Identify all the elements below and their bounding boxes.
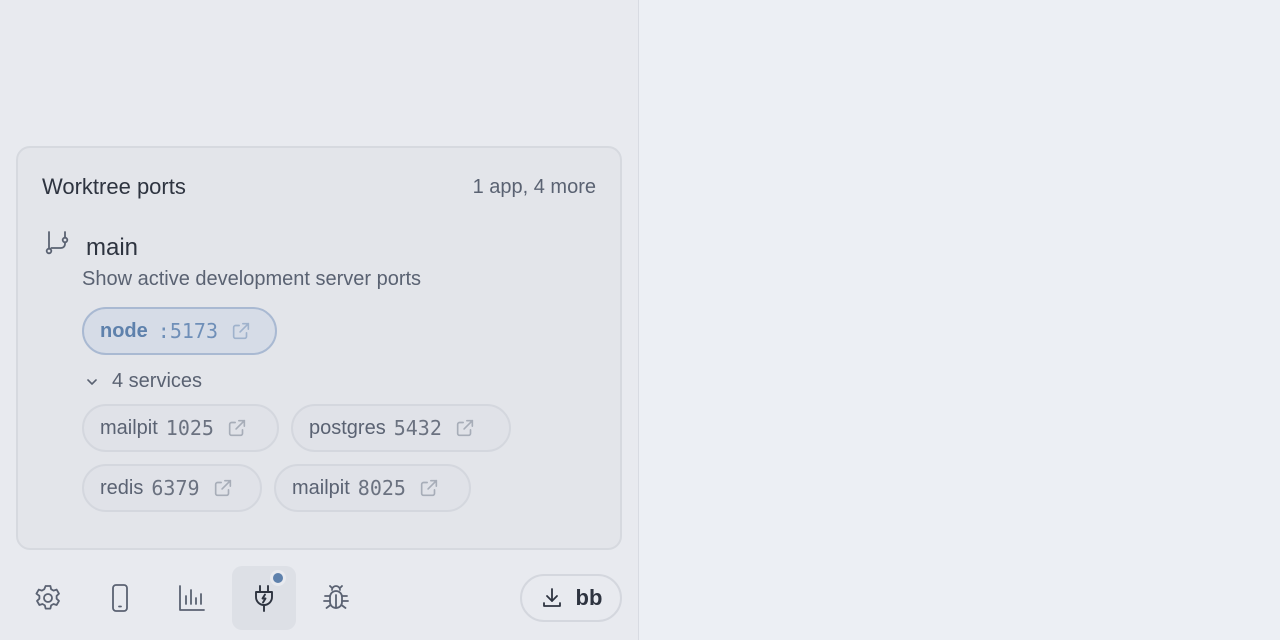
service-port-chip[interactable]: postgres 5432: [291, 404, 511, 452]
main-content-area: [640, 0, 1280, 640]
service-name: postgres: [309, 416, 386, 439]
mobile-device-icon: [112, 584, 128, 612]
app-port-chip[interactable]: node :5173: [82, 307, 277, 355]
sidebar: Worktree ports 1 app, 4 more main Show a…: [0, 0, 639, 640]
download-button[interactable]: bb: [520, 574, 622, 622]
app-port: :5173: [157, 319, 218, 343]
external-link-icon: [214, 479, 231, 497]
external-link-icon: [232, 322, 250, 340]
plug-icon: [255, 585, 273, 612]
branch-description: Show active development server ports: [82, 268, 422, 290]
service-port: 6379: [151, 476, 200, 500]
external-link-icon: [456, 419, 474, 437]
panel-title: Worktree ports: [42, 174, 186, 199]
services-toggle[interactable]: 4 services: [84, 370, 202, 393]
service-port: 8025: [357, 476, 406, 500]
worktree-ports-panel: Worktree ports 1 app, 4 more main Show a…: [16, 146, 622, 550]
service-port-chip[interactable]: mailpit 1025: [82, 404, 279, 452]
service-name: mailpit: [100, 416, 158, 439]
chevron-down-icon: [87, 378, 97, 385]
branch-name: main: [86, 234, 139, 261]
app-name: node: [100, 319, 148, 342]
service-port-chip[interactable]: redis 6379: [82, 464, 262, 512]
settings-button[interactable]: [16, 566, 80, 630]
services-toggle-label: 4 services: [112, 370, 203, 392]
download-label: bb: [575, 585, 603, 610]
download-icon: [542, 588, 561, 607]
service-name: redis: [100, 476, 144, 499]
git-branch-icon: [45, 231, 69, 255]
service-port: 5432: [393, 416, 442, 440]
debug-button[interactable]: [304, 566, 368, 630]
service-port-chip[interactable]: mailpit 8025: [274, 464, 471, 512]
external-link-icon: [228, 419, 246, 437]
mobile-preview-button[interactable]: [88, 566, 152, 630]
service-name: mailpit: [292, 476, 350, 499]
analytics-button[interactable]: [160, 566, 224, 630]
panel-summary: 1 app, 4 more: [472, 176, 596, 198]
external-link-icon: [420, 479, 438, 497]
bar-chart-icon: [179, 585, 205, 611]
notification-badge: [270, 570, 286, 586]
ports-button[interactable]: [232, 566, 296, 630]
gear-icon: [35, 585, 60, 610]
service-port: 1025: [165, 416, 214, 440]
bug-icon: [323, 585, 349, 609]
